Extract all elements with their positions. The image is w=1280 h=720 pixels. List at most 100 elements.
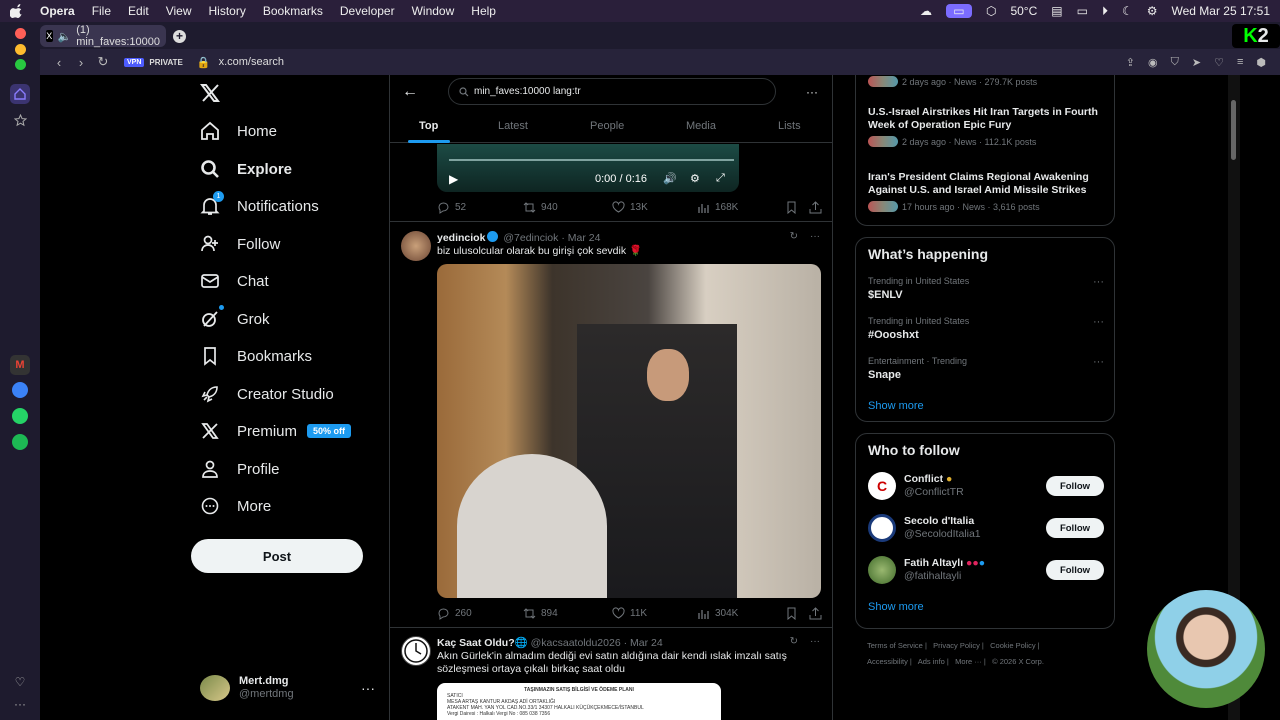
avatar[interactable] (401, 231, 431, 261)
menu-view[interactable]: View (166, 4, 192, 18)
more-options-icon[interactable]: ··· (806, 85, 818, 99)
spotify-icon[interactable] (10, 432, 30, 452)
battery-icon[interactable]: ▭ (1077, 4, 1088, 18)
trend-item[interactable]: Trending in United States $ENLV ··· (868, 276, 1104, 301)
fullscreen-icon[interactable]: ⤢ (716, 172, 725, 185)
reply-button[interactable]: 52 (437, 201, 466, 214)
nav-item-follow[interactable]: Follow (199, 229, 280, 259)
menu-file[interactable]: File (92, 4, 111, 18)
footer-link[interactable]: Accessibility (867, 657, 908, 666)
share-button[interactable] (809, 201, 822, 214)
tweet-image[interactable] (437, 264, 821, 598)
tab-people[interactable]: People (590, 120, 624, 132)
heart-icon[interactable]: ♡ (1214, 56, 1224, 69)
nav-item-bookmarks[interactable]: Bookmarks (199, 341, 312, 371)
tab-latest[interactable]: Latest (498, 120, 528, 132)
status-screen-icon[interactable]: ▭ (945, 4, 972, 18)
whatsapp-icon[interactable] (10, 406, 30, 426)
tab-lists[interactable]: Lists (778, 120, 801, 132)
views-button[interactable]: 304K (697, 607, 738, 620)
footer-link[interactable]: More ··· (955, 657, 982, 666)
menu-history[interactable]: History (209, 4, 246, 18)
url-field[interactable]: x.com/search (219, 56, 284, 68)
nav-item-home[interactable]: Home (199, 116, 277, 146)
cube-icon[interactable]: ⬢ (1256, 56, 1266, 69)
home-icon[interactable] (10, 84, 30, 104)
news-item[interactable]: U.S.-Israel Airstrikes Hit Iran Targets … (868, 106, 1108, 147)
bookmark-button[interactable] (785, 607, 798, 620)
tweet-date[interactable]: Mar 24 (630, 637, 663, 649)
nav-item-chat[interactable]: Chat (199, 266, 269, 296)
menu-icon[interactable]: ≡ (1237, 56, 1243, 69)
tab-top[interactable]: Top (419, 120, 438, 132)
volume-icon[interactable]: 🔊 (663, 172, 677, 185)
search-input[interactable]: min_faves:10000 lang:tr (448, 78, 776, 105)
play-icon[interactable]: ▶ (449, 172, 458, 186)
reply-button[interactable]: 260 (437, 607, 472, 620)
more-dots-icon[interactable]: ··· (810, 636, 820, 647)
browser-tab[interactable]: X 🔈 (1) min_faves:10000 (40, 24, 166, 48)
trend-item[interactable]: Trending in United States #Oooshxt ··· (868, 316, 1104, 341)
status-temp[interactable]: 50°C (1010, 4, 1037, 18)
menu-edit[interactable]: Edit (128, 4, 149, 18)
scrollbar-thumb[interactable] (1231, 100, 1236, 160)
camera-icon[interactable]: ◉ (1148, 56, 1158, 69)
close-window-icon[interactable] (15, 28, 26, 39)
tweet-document-image[interactable]: TAŞINMAZIN SATIŞ BİLGİSİ VE ÖDEME PLANI … (437, 683, 721, 720)
nav-item-explore[interactable]: Explore (199, 154, 292, 184)
more-icon[interactable]: ··· (10, 694, 30, 714)
follow-button[interactable]: Follow (1046, 560, 1104, 580)
more-dots-icon[interactable]: ··· (810, 231, 820, 242)
footer-link[interactable]: Terms of Service (867, 641, 923, 650)
star-icon[interactable] (10, 110, 30, 130)
author-name[interactable]: yedinciok (437, 232, 485, 244)
settings-gear-icon[interactable]: ⚙ (690, 172, 700, 185)
shield-icon[interactable]: ⛉ (1171, 56, 1179, 69)
apple-icon[interactable] (10, 4, 24, 18)
messenger-icon[interactable] (10, 380, 30, 400)
author-name[interactable]: Kaç Saat Oldu? (437, 637, 515, 649)
clock-avatar[interactable] (401, 636, 431, 666)
nav-item-grok[interactable]: Grok (199, 304, 270, 334)
more-dots-icon[interactable]: ··· (1093, 356, 1104, 368)
status-card-icon[interactable]: ▤ (1051, 4, 1062, 18)
bookmark-button[interactable] (785, 201, 798, 214)
like-button[interactable]: 13K (612, 201, 648, 214)
nav-item-premium[interactable]: Premium 50% off (199, 416, 352, 446)
news-item[interactable]: Iran's President Claims Regional Awakeni… (868, 171, 1108, 212)
repost-button[interactable]: 940 (523, 201, 558, 214)
follow-suggestion[interactable]: C Conflict ● @ConflictTR Follow (868, 471, 1104, 501)
more-dots-icon[interactable]: ··· (361, 680, 375, 696)
views-button[interactable]: 168K (697, 201, 738, 214)
menu-help[interactable]: Help (471, 4, 496, 18)
lock-icon[interactable]: 🔒 (197, 56, 211, 69)
tweet-date[interactable]: Mar 24 (568, 232, 601, 244)
follow-button[interactable]: Follow (1046, 518, 1104, 538)
back-icon[interactable]: ‹ (48, 55, 70, 70)
forward-icon[interactable]: › (70, 55, 92, 70)
author-handle[interactable]: @7edinciok (503, 232, 558, 244)
nav-item-profile[interactable]: Profile (199, 454, 280, 484)
status-box-icon[interactable]: ⬡ (986, 4, 996, 18)
account-switcher[interactable]: Mert.dmg @mertdmg ··· (200, 675, 375, 701)
control-center-icon[interactable]: ⚙ (1147, 4, 1158, 18)
show-more-link[interactable]: Show more (868, 400, 924, 412)
heart-icon[interactable]: ♡ (10, 672, 30, 692)
menu-bookmarks[interactable]: Bookmarks (263, 4, 323, 18)
speaker-icon[interactable]: 🔈 (58, 30, 72, 43)
post-button[interactable]: Post (191, 539, 363, 573)
like-button[interactable]: 11K (612, 607, 647, 620)
menu-developer[interactable]: Developer (340, 4, 395, 18)
follow-suggestion[interactable]: Fatih Altaylı ●●● @fatihaltayli Follow (868, 555, 1104, 585)
video-player[interactable]: ▶ 0:00 / 0:16 🔊 ⚙ ⤢ (437, 144, 739, 192)
moon-icon[interactable]: ☾ (1122, 4, 1133, 18)
share-button[interactable] (809, 607, 822, 620)
trend-item[interactable]: Entertainment · Trending Snape ··· (868, 356, 1104, 381)
send-icon[interactable]: ➤ (1192, 56, 1201, 69)
play-icon[interactable]: ⏵ (1102, 4, 1108, 19)
vpn-badge[interactable]: VPN (124, 57, 145, 67)
menu-window[interactable]: Window (412, 4, 455, 18)
author-handle[interactable]: @kacsaatoldu2026 (531, 637, 621, 649)
gmail-icon[interactable]: M (10, 355, 30, 375)
menu-app-name[interactable]: Opera (40, 4, 75, 18)
